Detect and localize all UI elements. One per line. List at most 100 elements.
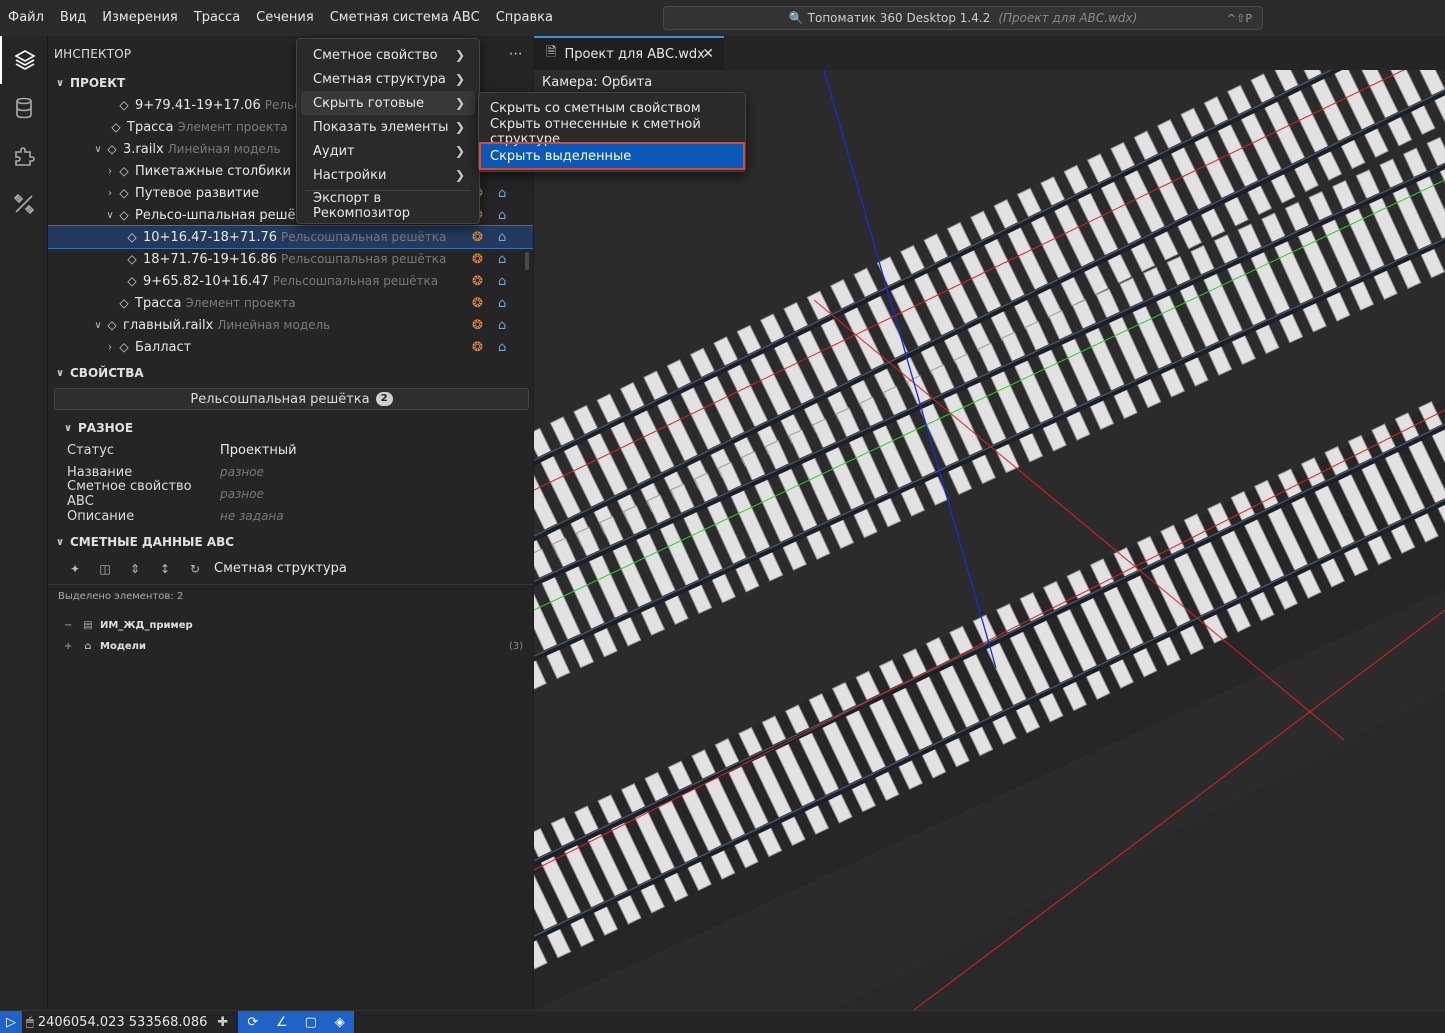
- chevron-down-icon: ∨: [56, 77, 65, 89]
- layers-icon[interactable]: [0, 36, 48, 84]
- expand-icon[interactable]: +: [48, 641, 72, 652]
- command-center-shortcut: ^⇧P: [1226, 11, 1252, 25]
- tab-project[interactable]: 🗎 Проект для АВС.wdx ✕: [534, 36, 724, 70]
- property-row[interactable]: Сметное свойство АВС разное: [48, 479, 533, 509]
- expand-icon[interactable]: ⇕: [120, 562, 150, 576]
- lock-icon[interactable]: ⌂: [498, 230, 506, 245]
- refresh-icon[interactable]: ↻: [180, 562, 210, 576]
- menu-item[interactable]: Сечения: [248, 0, 322, 36]
- estimate-tree-row[interactable]: + ⌂ Модели (3): [48, 636, 533, 657]
- lock-icon[interactable]: ⌂: [498, 208, 506, 223]
- visibility-bulb-icon[interactable]: ❂: [472, 274, 483, 289]
- camera-mode[interactable]: Камера: Орбита: [542, 75, 652, 90]
- properties-section-header[interactable]: ∨ СВОЙСТВА: [48, 362, 533, 384]
- filter-icon[interactable]: ◫: [90, 562, 120, 576]
- chevron-right-icon[interactable]: ›: [104, 166, 116, 177]
- visibility-bulb-icon[interactable]: ❂: [472, 230, 483, 245]
- estimate-structure-label[interactable]: Сметная структура: [214, 561, 347, 576]
- close-icon[interactable]: ✕: [702, 46, 714, 62]
- property-value[interactable]: Проектный: [220, 443, 297, 458]
- tree-row[interactable]: › ◇ Балласт ❂ ⌂: [48, 336, 533, 358]
- estimate-section-header[interactable]: ∨ СМЕТНЫЕ ДАННЫЕ АВС: [48, 531, 533, 553]
- context-menu-item[interactable]: Настройки ❯: [301, 163, 475, 187]
- layers-icon: ◇: [127, 252, 137, 266]
- property-key: Описание: [67, 508, 135, 524]
- tools-icon[interactable]: [0, 180, 48, 228]
- 3d-viewport[interactable]: Камера: Орбита: [534, 70, 1445, 1010]
- frame-icon[interactable]: ▢: [296, 1010, 326, 1033]
- angle-icon[interactable]: ∠: [267, 1010, 297, 1033]
- lock-icon[interactable]: ⌂: [498, 318, 506, 333]
- collapse-icon[interactable]: −: [48, 620, 72, 631]
- tree-row-type: Элемент проекта: [185, 296, 296, 310]
- submenu-item[interactable]: Скрыть выделенные: [479, 142, 745, 170]
- menu-item[interactable]: Справка: [488, 0, 561, 36]
- layers-icon: ◇: [119, 186, 129, 200]
- snap-icon[interactable]: ◈: [325, 1010, 355, 1033]
- tree-row[interactable]: ◇ Трасса Элемент проекта ❂ ⌂: [48, 292, 533, 314]
- coordinates-text: 2406054.023 533568.086: [37, 1014, 208, 1030]
- estimate-tree-label: Модели: [100, 641, 147, 652]
- inspector-title: ИНСПЕКТОР: [54, 47, 132, 61]
- tree-row[interactable]: ◇ 10+16.47-18+71.76 Рельсошпальная решётка…: [48, 225, 533, 249]
- command-center[interactable]: 🔍 Топоматик 360 Desktop 1.4.2 (Проект дл…: [663, 6, 1263, 30]
- property-value[interactable]: разное: [220, 465, 264, 479]
- menu-item[interactable]: Трасса: [186, 0, 248, 36]
- visibility-bulb-icon[interactable]: ❂: [472, 252, 483, 267]
- database-icon[interactable]: [0, 84, 48, 132]
- layers-icon: ◇: [119, 164, 129, 178]
- chevron-down-icon[interactable]: ∨: [92, 320, 104, 331]
- context-menu-item[interactable]: Показать элементы ❯: [301, 115, 475, 139]
- more-icon[interactable]: ⋯: [509, 46, 523, 62]
- context-menu-item[interactable]: Сметное свойство ❯: [301, 43, 475, 67]
- submenu-item[interactable]: Скрыть отнесенные к сметной структуре: [481, 117, 743, 147]
- lock-icon[interactable]: ⌂: [498, 186, 506, 201]
- puzzle-icon[interactable]: [0, 132, 48, 180]
- context-menu-item[interactable]: Сметная структура ❯: [301, 67, 475, 91]
- visibility-bulb-icon[interactable]: ❂: [472, 318, 483, 333]
- layers-icon: ◇: [119, 208, 129, 222]
- visibility-bulb-icon[interactable]: ❂: [472, 340, 483, 355]
- chevron-right-icon: ❯: [454, 144, 465, 158]
- chevron-down-icon[interactable]: ∨: [104, 210, 116, 221]
- estimate-tree-row[interactable]: − ▤ ИМ_ЖД_пример: [48, 615, 533, 636]
- tree-row[interactable]: ∨ ◇ главный.railx Линейная модель ❂ ⌂: [48, 314, 533, 336]
- visibility-bulb-icon[interactable]: ❂: [472, 296, 483, 311]
- tree-row[interactable]: ◇ 9+65.82-10+16.47 Рельсошпальная решётка ❂…: [48, 270, 533, 292]
- chevron-down-icon: ∨: [56, 367, 65, 379]
- home-icon: ⌂: [84, 641, 92, 652]
- menu-item[interactable]: Файл: [0, 0, 52, 36]
- crosshair-icon[interactable]: ✚: [207, 1015, 238, 1030]
- property-value[interactable]: не задана: [220, 509, 284, 523]
- context-menu: Сметное свойство ❯ Сметная структура ❯ Скрыт…: [296, 38, 480, 224]
- lock-icon[interactable]: ⌂: [498, 252, 506, 267]
- lock-icon[interactable]: ⌂: [498, 296, 506, 311]
- chevron-right-icon[interactable]: ›: [104, 342, 116, 353]
- sparkle-icon[interactable]: ✦: [60, 562, 90, 576]
- lock-icon[interactable]: ⌂: [498, 340, 506, 355]
- tree-row[interactable]: ◇ 18+71.76-19+16.86 Рельсошпальная решётка…: [48, 248, 533, 270]
- chevron-right-icon[interactable]: ›: [104, 188, 116, 199]
- menu-item[interactable]: Измерения: [94, 0, 185, 36]
- tree-row-type: Линейная модель: [217, 318, 331, 332]
- tree-row-label: 9+79.41-19+17.06: [135, 97, 261, 113]
- properties-section-title: СВОЙСТВА: [70, 366, 144, 380]
- layers-icon: ◇: [107, 318, 117, 332]
- property-row[interactable]: Описание не задана: [48, 505, 533, 527]
- chevron-right-icon: ❯: [454, 168, 465, 182]
- type-selector[interactable]: Рельсошпальная решётка 2: [54, 388, 529, 410]
- orbit-icon[interactable]: ⟳: [238, 1010, 268, 1033]
- property-row[interactable]: Статус Проектный: [48, 439, 533, 461]
- property-value[interactable]: разное: [220, 487, 264, 501]
- lock-icon[interactable]: ⌂: [498, 274, 506, 289]
- context-menu-item[interactable]: Аудит ❯: [301, 139, 475, 163]
- misc-group-header[interactable]: ∨ РАЗНОЕ: [48, 417, 533, 439]
- context-menu-item[interactable]: Скрыть готовые ❯: [301, 91, 475, 115]
- menu-item[interactable]: Сметная система АВС: [322, 0, 488, 36]
- menu-item[interactable]: Вид: [52, 0, 94, 36]
- collapse-icon[interactable]: ↕: [150, 562, 180, 576]
- chevron-down-icon[interactable]: ∨: [92, 144, 104, 155]
- chevron-right-icon: ❯: [454, 120, 465, 134]
- export-recompositor-item[interactable]: Экспорт в Рекомпозитор: [301, 191, 475, 221]
- remote-icon[interactable]: ▷: [0, 1010, 22, 1033]
